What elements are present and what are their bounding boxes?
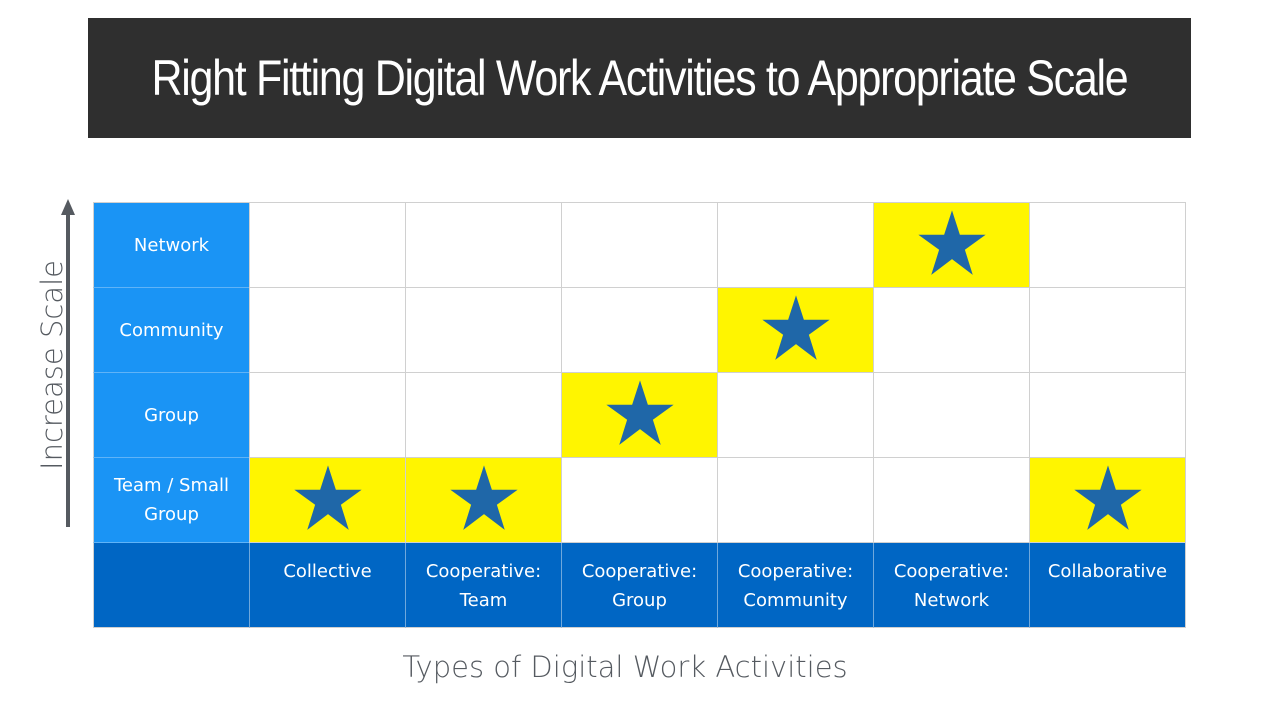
matrix-cell-marked	[873, 203, 1029, 288]
star-icon	[760, 294, 832, 366]
scale-matrix: Network Community Group Team / Small Group C…	[93, 202, 1186, 628]
matrix-cell	[717, 203, 873, 288]
matrix-cell	[873, 458, 1029, 543]
matrix-cell	[873, 288, 1029, 373]
y-axis-label: Increase Scale	[35, 260, 69, 470]
column-label: Cooperative: Community	[717, 543, 873, 628]
matrix-cell	[405, 288, 561, 373]
row-label: Network	[93, 203, 249, 288]
column-label: Collective	[249, 543, 405, 628]
matrix-cell	[1029, 373, 1185, 458]
column-label: Cooperative: Network	[873, 543, 1029, 628]
matrix-cell	[249, 373, 405, 458]
matrix-cell	[873, 373, 1029, 458]
matrix-cell	[405, 373, 561, 458]
title-bar: Right Fitting Digital Work Activities to…	[88, 18, 1191, 138]
slide-title: Right Fitting Digital Work Activities to…	[151, 50, 1129, 106]
column-label: Cooperative: Group	[561, 543, 717, 628]
star-icon	[448, 464, 520, 536]
x-axis-label: Types of Digital Work Activities	[402, 650, 848, 684]
y-axis: Increase Scale	[22, 199, 82, 535]
matrix-cell	[1029, 203, 1185, 288]
row-label: Group	[93, 373, 249, 458]
star-icon	[1072, 464, 1144, 536]
star-icon	[604, 379, 676, 451]
column-label: Collaborative	[1029, 543, 1185, 628]
row-label: Team / Small Group	[93, 458, 249, 543]
header-corner	[93, 543, 249, 628]
matrix-cell	[561, 203, 717, 288]
star-icon	[292, 464, 364, 536]
matrix-cell	[249, 203, 405, 288]
column-label: Cooperative: Team	[405, 543, 561, 628]
matrix-cell	[561, 288, 717, 373]
matrix-cell	[717, 458, 873, 543]
matrix-cell	[405, 203, 561, 288]
matrix-cell	[249, 288, 405, 373]
matrix-cell	[561, 458, 717, 543]
matrix-cell-marked	[1029, 458, 1185, 543]
matrix-cell-marked	[561, 373, 717, 458]
matrix-cell	[1029, 288, 1185, 373]
row-label: Community	[93, 288, 249, 373]
matrix-cell-marked	[249, 458, 405, 543]
matrix-cell-marked	[717, 288, 873, 373]
star-icon	[916, 209, 988, 281]
matrix-cell	[717, 373, 873, 458]
matrix-cell-marked	[405, 458, 561, 543]
